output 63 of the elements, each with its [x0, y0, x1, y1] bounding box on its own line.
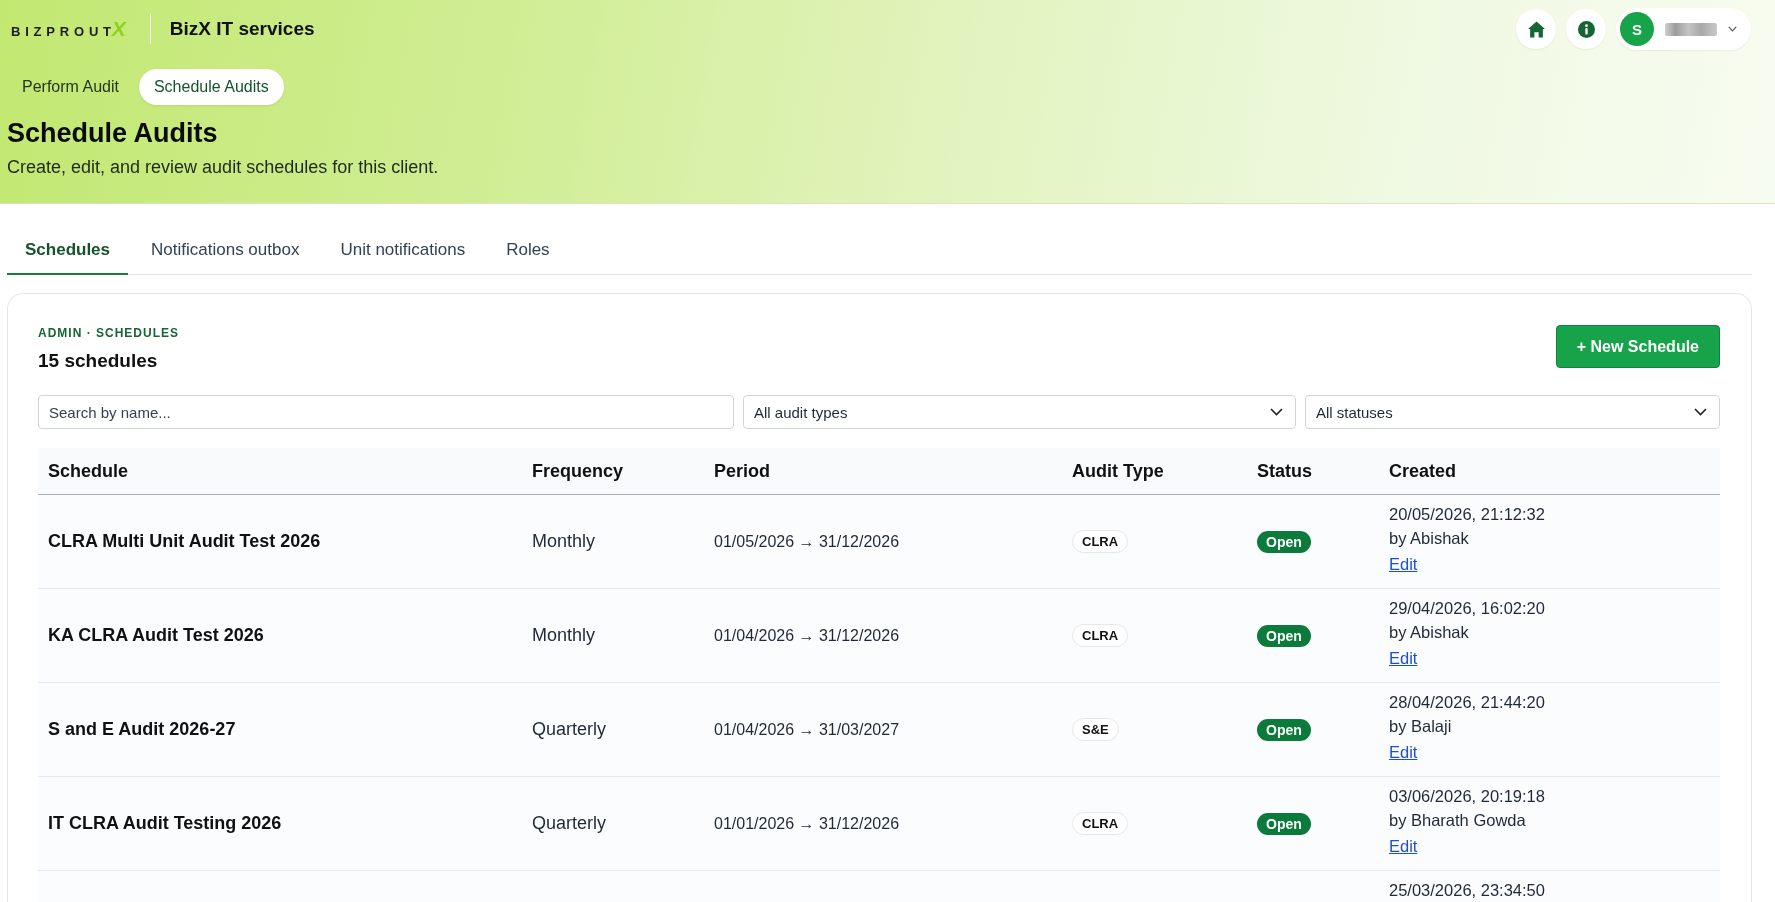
period-text: 01/01/2026 → 31/12/2026 [714, 814, 900, 833]
avatar-initial: S [1620, 12, 1654, 46]
edit-link[interactable]: Edit [1389, 646, 1418, 670]
page-subtitle: Create, edit, and review audit schedules for this client. [7, 156, 440, 178]
schedule-name: S and E Audit 2026-27 [48, 719, 236, 740]
status-badge: Open [1257, 530, 1311, 553]
chevron-down-icon [1270, 408, 1283, 416]
column-header: Audit Type [1072, 460, 1164, 482]
period-text: 01/05/2026 → 31/12/2026 [714, 532, 900, 551]
period-text: 01/04/2026 → 31/12/2026 [714, 626, 900, 645]
created-by: by Abishak [1389, 528, 1469, 549]
status-badge: Open [1257, 718, 1311, 741]
status-badge: Open [1257, 812, 1311, 835]
created-date: 03/06/2026, 20:19:18 [1389, 786, 1545, 807]
nav-pill[interactable]: Schedule Audits [138, 69, 284, 105]
created-by: by Abishak [1389, 622, 1469, 643]
search-field[interactable]: Search by name... [38, 395, 734, 429]
schedule-count: 15 schedules [38, 349, 158, 373]
schedule-name: KA CLRA Audit Test 2026 [48, 625, 264, 646]
tab[interactable]: Roles [488, 227, 568, 275]
audit-type-tag: CLRA [1072, 530, 1129, 553]
client-name: BizX IT services [169, 18, 315, 40]
status-badge: Open [1257, 624, 1311, 647]
period-text: 01/04/2026 → 31/03/2027 [714, 720, 900, 739]
edit-link[interactable]: Edit [1389, 740, 1418, 764]
created-date: 29/04/2026, 16:02:20 [1389, 598, 1545, 619]
schedule-name: IT CLRA Audit Testing 2026 [48, 813, 282, 834]
edit-link[interactable]: Edit [1389, 834, 1418, 858]
tab[interactable]: Schedules [7, 227, 129, 275]
page-title: Schedule Audits [7, 117, 219, 149]
brand-logo: BIZPROUTX [11, 17, 126, 41]
created-date: 20/05/2026, 21:12:32 [1389, 504, 1545, 525]
home-icon [1527, 20, 1545, 38]
frequency-text: Quarterly [532, 813, 607, 834]
audit-type-tag: S&E [1072, 718, 1119, 741]
audit-type-tag: CLRA [1072, 624, 1129, 647]
filter-select[interactable]: All audit types [743, 395, 1296, 429]
edit-link[interactable]: Edit [1389, 552, 1418, 576]
nav-pill[interactable]: Perform Audit [7, 69, 134, 105]
column-header: Schedule [48, 460, 129, 482]
created-by: by Balaji [1389, 716, 1452, 737]
created-date: 28/04/2026, 21:44:20 [1389, 692, 1545, 713]
section-eyebrow: ADMIN · SCHEDULES [38, 325, 179, 341]
tab[interactable]: Notifications outbox [133, 227, 318, 275]
created-by: by Bharath Gowda [1389, 810, 1526, 831]
home-button[interactable] [1516, 9, 1556, 49]
blurred-name-block [1665, 22, 1717, 36]
frequency-text: Monthly [532, 531, 596, 552]
column-header: Frequency [532, 460, 624, 482]
created-date: 25/03/2026, 23:34:50 [1389, 880, 1545, 901]
column-header: Status [1257, 460, 1312, 482]
filter-select[interactable]: All statuses [1305, 395, 1720, 429]
audit-type-tag: CLRA [1072, 812, 1129, 835]
column-header: Created [1389, 460, 1457, 482]
chevron-down-icon [1728, 26, 1737, 32]
schedule-name: CLRA Multi Unit Audit Test 2026 [48, 531, 321, 552]
chevron-down-icon [1694, 408, 1707, 416]
info-button[interactable] [1566, 9, 1606, 49]
frequency-text: Quarterly [532, 719, 607, 740]
tab[interactable]: Unit notifications [322, 227, 484, 275]
column-header: Period [714, 460, 770, 482]
info-icon [1577, 20, 1595, 38]
frequency-text: Monthly [532, 625, 596, 646]
